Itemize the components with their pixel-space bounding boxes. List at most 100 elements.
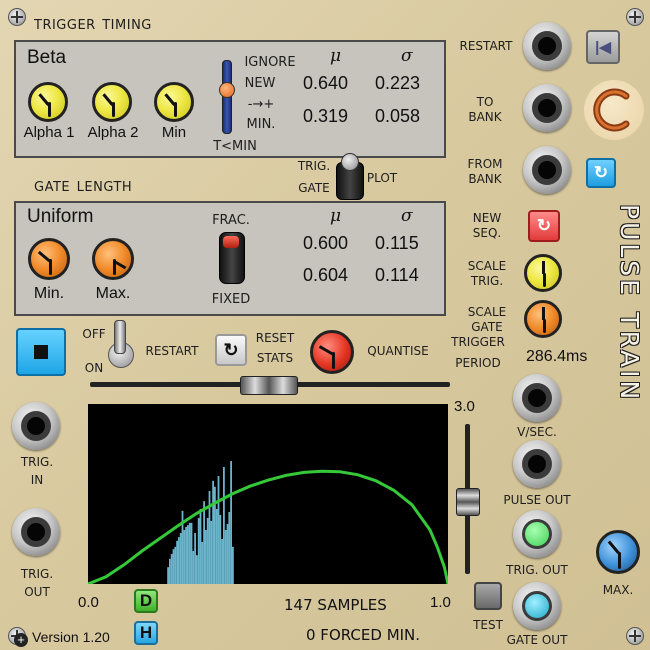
v-sec-label: V/SEC. bbox=[517, 425, 557, 439]
mode-slider-handle[interactable] bbox=[219, 82, 235, 98]
histogram-bar bbox=[167, 567, 169, 584]
screw-top-right bbox=[626, 8, 644, 26]
run-stop-button[interactable] bbox=[16, 328, 66, 376]
trigger-period-label-bottom: PERIOD bbox=[455, 356, 501, 370]
gate-frac-label: FRAC. bbox=[212, 213, 250, 228]
histogram-bar bbox=[217, 476, 220, 584]
mode-neg-pos-label: -→+ bbox=[247, 97, 275, 112]
trigger-mu-header: μ bbox=[330, 46, 342, 66]
max-knob[interactable] bbox=[596, 530, 640, 574]
histogram-bar bbox=[170, 554, 173, 584]
min-label: Min bbox=[161, 124, 187, 141]
gate-min-label: Min. bbox=[33, 285, 65, 302]
screw-top-left bbox=[8, 8, 26, 26]
plus-icon: + bbox=[14, 633, 28, 647]
quantise-knob[interactable] bbox=[310, 330, 354, 374]
histogram-bar bbox=[232, 546, 234, 584]
refresh-icon: ↻ bbox=[536, 216, 552, 235]
alpha1-knob[interactable] bbox=[28, 82, 68, 122]
refresh-icon: ↻ bbox=[593, 163, 609, 182]
pulse-out-label: PULSE OUT bbox=[503, 493, 571, 507]
reset-stats-button[interactable]: ↻ bbox=[215, 334, 247, 366]
distribution-plot bbox=[88, 404, 448, 584]
gate-mu-header: μ bbox=[330, 206, 342, 226]
module-title: Pulse Train bbox=[612, 204, 650, 403]
histogram-bar bbox=[219, 515, 222, 584]
trigger-sigma-expected: 0.223 bbox=[375, 73, 421, 93]
v-sec-jack[interactable] bbox=[513, 374, 561, 422]
alpha2-knob[interactable] bbox=[92, 82, 132, 122]
plot-switch-cap[interactable] bbox=[341, 153, 359, 171]
histogram-bar bbox=[187, 525, 189, 584]
histogram-bar bbox=[224, 530, 227, 584]
histogram-bar bbox=[174, 546, 177, 584]
reset-stats-label-top: RESET bbox=[255, 331, 295, 345]
new-seq-label-bottom: SEQ. bbox=[472, 226, 502, 240]
logo-c-icon bbox=[593, 88, 630, 132]
restart-jack[interactable] bbox=[523, 22, 571, 70]
gate-max-knob[interactable] bbox=[92, 238, 134, 280]
reset-stats-label-bottom: STATS bbox=[256, 351, 294, 365]
version-text: Version 1.20 bbox=[32, 629, 110, 645]
histogram-bar bbox=[212, 480, 214, 584]
new-seq-label-top: NEW bbox=[472, 211, 502, 225]
horizontal-slider-handle[interactable] bbox=[240, 376, 298, 395]
quantise-label: QUANTISE bbox=[367, 344, 429, 358]
skip-back-icon: |◀ bbox=[595, 39, 611, 56]
scale-trig-knob[interactable] bbox=[524, 254, 562, 292]
trig-out-left-jack[interactable] bbox=[12, 508, 60, 556]
trig-in-label-top: TRIG. bbox=[20, 455, 54, 469]
gate-sigma-expected: 0.115 bbox=[375, 233, 419, 253]
new-seq-button[interactable]: ↻ bbox=[528, 210, 560, 242]
histogram-bar bbox=[176, 540, 178, 584]
histogram-bar bbox=[199, 509, 202, 584]
test-label: TEST bbox=[473, 618, 503, 632]
mode-min-label: MIN. bbox=[246, 117, 276, 132]
histogram-bar bbox=[190, 522, 193, 584]
mode-ignore-label: IGNORE bbox=[244, 55, 296, 70]
d-button[interactable]: D bbox=[134, 589, 158, 613]
mode-new-label: NEW bbox=[244, 76, 276, 91]
gate-mode-switch-indicator bbox=[223, 236, 239, 248]
scale-gate-label-bottom: GATE bbox=[471, 320, 503, 334]
histogram-bar bbox=[215, 509, 218, 584]
to-bank-label-bottom: BANK bbox=[468, 110, 502, 124]
h-button[interactable]: H bbox=[134, 621, 158, 645]
rewind-button[interactable]: |◀ bbox=[586, 30, 620, 64]
restart-toggle-lever[interactable] bbox=[114, 320, 126, 354]
histogram-bar bbox=[203, 501, 205, 584]
pulse-train-module: Trigger Timing Beta Alpha 1 Alpha 2 Min … bbox=[0, 0, 650, 650]
scale-trig-label-top: SCALE bbox=[467, 259, 507, 273]
histogram-bar bbox=[178, 537, 180, 584]
plot-plot-label: PLOT bbox=[366, 171, 398, 185]
histogram-bar bbox=[228, 512, 231, 584]
scale-gate-knob[interactable] bbox=[524, 300, 562, 338]
trigger-period-label-top: TRIGGER bbox=[451, 335, 505, 349]
histogram-bar bbox=[183, 530, 186, 584]
alpha2-label: Alpha 2 bbox=[87, 124, 139, 141]
to-bank-jack[interactable] bbox=[523, 84, 571, 132]
gate-out-label: GATE OUT bbox=[506, 633, 568, 647]
pulse-out-jack[interactable] bbox=[513, 440, 561, 488]
trigger-sigma-measured: 0.058 bbox=[375, 106, 421, 126]
trig-in-jack[interactable] bbox=[12, 402, 60, 450]
histogram-bar bbox=[226, 524, 229, 584]
scale-trig-label-bottom: TRIG. bbox=[470, 274, 504, 288]
trigger-distribution-label: Beta bbox=[27, 47, 67, 68]
x-min-label: 0.0 bbox=[78, 594, 99, 611]
to-bank-label-top: TO bbox=[476, 95, 494, 109]
trig-out-label: TRIG. OUT bbox=[506, 563, 568, 577]
gate-min-knob[interactable] bbox=[28, 238, 70, 280]
trig-out-left-label-bottom: OUT bbox=[24, 585, 50, 599]
min-knob[interactable] bbox=[154, 82, 194, 122]
test-button[interactable] bbox=[474, 582, 502, 610]
max-label: MAX. bbox=[602, 583, 634, 597]
trig-out-left-label-top: TRIG. bbox=[20, 567, 54, 581]
from-bank-jack[interactable] bbox=[523, 146, 571, 194]
gate-out-led bbox=[525, 594, 549, 618]
gate-max-label: Max. bbox=[95, 285, 131, 302]
plot-trig-label: TRIG. bbox=[297, 159, 331, 173]
histogram-bar bbox=[223, 467, 225, 584]
from-bank-button[interactable]: ↻ bbox=[586, 158, 616, 188]
vertical-slider-handle[interactable] bbox=[456, 488, 480, 516]
